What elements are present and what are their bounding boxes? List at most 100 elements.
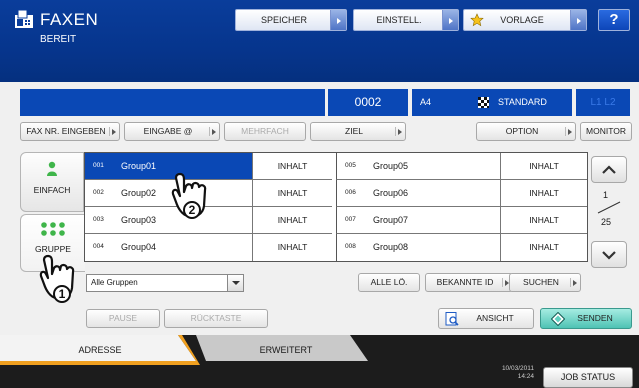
paper-settings: A4 STANDARD — [412, 89, 572, 116]
destination-button[interactable]: ZIEL — [310, 122, 406, 141]
chevron-down-icon — [602, 251, 616, 260]
group-row-005[interactable]: 005 Group05 — [336, 153, 500, 180]
chevron-right-icon — [209, 127, 217, 136]
destination-count: 0002 — [328, 89, 408, 116]
fax-icon — [15, 9, 33, 28]
group-name: Group01 — [121, 161, 157, 171]
monitor-button[interactable]: MONITOR — [580, 122, 632, 141]
group-content-button[interactable]: INHALT — [252, 207, 332, 234]
group-content-button[interactable]: INHALT — [252, 180, 332, 207]
email-entry-button[interactable]: EINGABE @ — [124, 122, 220, 141]
group-content-button[interactable]: INHALT — [500, 207, 587, 234]
page-current: 1 — [603, 190, 609, 200]
destination-display — [20, 89, 325, 116]
group-number: 006 — [345, 189, 356, 196]
backspace-button[interactable]: RÜCKTASTE — [164, 309, 268, 328]
search-label: SUCHEN — [523, 277, 559, 287]
group-number: 007 — [345, 216, 356, 223]
current-date: 10/03/2011 — [501, 365, 534, 372]
group-list: 001 Group01 INHALT 002 Group02 INHALT 00… — [84, 152, 588, 262]
vorlage-label: VORLAGE — [500, 15, 544, 25]
tab-erweitert[interactable]: ERWEITERT — [216, 340, 356, 360]
scroll-down-button[interactable] — [591, 241, 627, 268]
step-2-label: 2 — [189, 203, 196, 217]
known-id-label: BEKANNTE ID — [436, 277, 494, 287]
preview-icon — [445, 312, 459, 326]
group-content-button[interactable]: INHALT — [500, 234, 587, 261]
date-time: 10/03/2011 14:24 — [474, 365, 534, 381]
paper-size: A4 — [420, 97, 432, 107]
group-name: Group07 — [373, 215, 409, 225]
group-number: 005 — [345, 162, 356, 169]
group-number: 004 — [93, 243, 104, 250]
page-indicator: 1 25 — [591, 186, 627, 232]
chevron-right-icon — [565, 127, 573, 136]
group-name: Group05 — [373, 161, 409, 171]
group-row-008[interactable]: 008 Group08 — [336, 234, 500, 261]
step-1-label: 1 — [59, 287, 66, 301]
tab-einfach[interactable]: EINFACH — [20, 152, 84, 212]
preview-button[interactable]: ANSICHT — [438, 308, 534, 329]
group-name: Group08 — [373, 242, 409, 252]
fax-number-label: FAX NR. EINGEBEN — [26, 126, 106, 136]
tab-gruppe-label: GRUPPE — [35, 244, 71, 254]
speicher-button[interactable]: SPEICHER — [235, 9, 347, 31]
pause-button[interactable]: PAUSE — [86, 309, 160, 328]
group-content-button[interactable]: INHALT — [500, 153, 587, 180]
star-icon — [470, 13, 484, 27]
send-button[interactable]: SENDEN — [540, 308, 632, 329]
resolution-label: STANDARD — [498, 97, 547, 107]
search-button[interactable]: SUCHEN — [509, 273, 581, 292]
line-indicator: L1 L2 — [576, 89, 630, 116]
chevron-right-icon — [109, 127, 117, 136]
group-row-007[interactable]: 007 Group07 — [336, 207, 500, 234]
current-time: 14:24 — [517, 373, 534, 380]
chevron-right-icon — [570, 10, 586, 30]
single-person-icon — [47, 161, 57, 176]
machine-status: BEREIT — [40, 34, 77, 45]
group-filter-select[interactable]: Alle Gruppen — [86, 274, 244, 292]
group-row-006[interactable]: 006 Group06 — [336, 180, 500, 207]
resolution-icon — [478, 97, 489, 108]
group-number: 008 — [345, 243, 356, 250]
group-name: Group03 — [121, 215, 157, 225]
multiple-button[interactable]: MEHRFACH — [224, 122, 306, 141]
option-label: OPTION — [505, 126, 539, 136]
chevron-right-icon — [570, 278, 578, 287]
speicher-label: SPEICHER — [260, 15, 307, 25]
group-name: Group02 — [121, 188, 157, 198]
option-button[interactable]: OPTION — [476, 122, 576, 141]
preview-label: ANSICHT — [476, 313, 514, 323]
group-content-button[interactable]: INHALT — [252, 153, 332, 180]
job-status-button[interactable]: JOB STATUS — [543, 367, 633, 388]
delete-all-button[interactable]: ALLE LÖ. — [358, 273, 420, 292]
chevron-right-icon — [442, 10, 458, 30]
page-total: 25 — [601, 217, 612, 227]
known-id-button[interactable]: BEKANNTE ID — [425, 273, 513, 292]
group-number: 001 — [93, 162, 104, 169]
group-content-button[interactable]: INHALT — [252, 234, 332, 261]
pointing-hand-icon: 2 — [171, 172, 207, 219]
destination-label: ZIEL — [345, 126, 363, 136]
fax-number-button[interactable]: FAX NR. EINGEBEN — [20, 122, 120, 141]
page-divider — [597, 201, 621, 214]
group-content-button[interactable]: INHALT — [500, 180, 587, 207]
chevron-right-icon — [395, 127, 403, 136]
scroll-up-button[interactable] — [591, 156, 627, 183]
einstell-label: EINSTELL. — [376, 15, 422, 25]
chevron-right-icon — [330, 10, 346, 30]
einstell-button[interactable]: EINSTELL. — [353, 9, 459, 31]
vorlage-button[interactable]: VORLAGE — [463, 9, 587, 31]
dropdown-arrow-icon — [227, 275, 243, 291]
group-name: Group04 — [121, 242, 157, 252]
help-button[interactable]: ? — [598, 9, 630, 31]
pointing-hand-icon: 1 — [39, 254, 75, 303]
send-label: SENDEN — [577, 313, 613, 323]
tab-einfach-label: EINFACH — [33, 185, 71, 195]
send-icon — [551, 312, 565, 326]
chevron-up-icon — [602, 165, 616, 174]
group-number: 002 — [93, 189, 104, 196]
tab-adresse[interactable]: ADRESSE — [40, 340, 160, 360]
group-row-004[interactable]: 004 Group04 — [85, 234, 252, 261]
app-title: FAXEN — [40, 10, 99, 29]
